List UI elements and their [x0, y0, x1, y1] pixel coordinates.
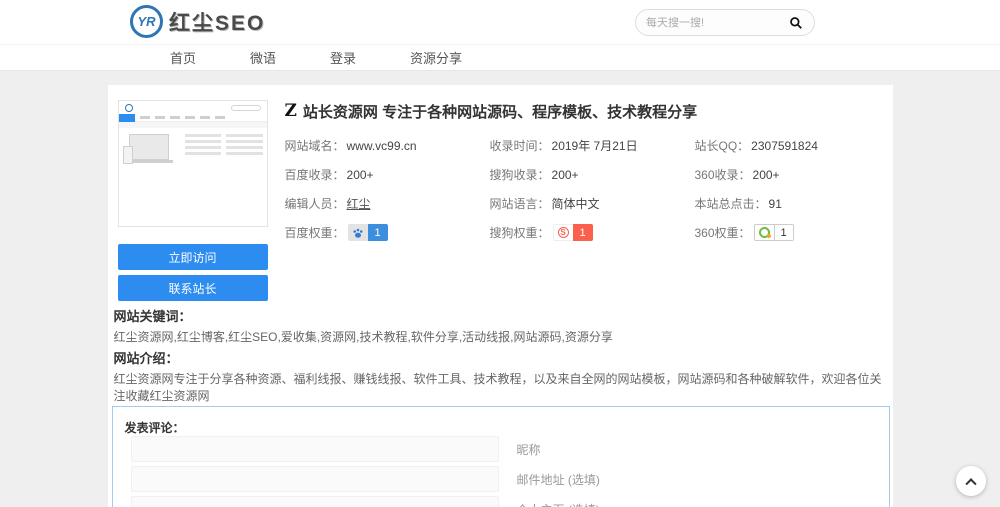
comment-nickname-row: 昵称 [131, 436, 541, 462]
info-language: 网站语言：简体中文 [490, 195, 695, 212]
info-domain: 网站域名：www.vc99.cn [285, 137, 490, 154]
thumbnail-article-list [185, 132, 263, 172]
site-thumbnail[interactable] [118, 100, 268, 227]
info-editor: 编辑人员：红尘 [285, 195, 490, 212]
domain-value: www.vc99.cn [347, 139, 417, 153]
email-label: 邮件地址 (选填) [517, 471, 600, 488]
logo-text: 红尘SEO [169, 7, 265, 37]
thumbnail-topbar [119, 101, 267, 114]
thumbnail-content [119, 128, 267, 176]
chevron-up-icon [965, 478, 976, 489]
editor-link[interactable]: 红尘 [347, 195, 371, 212]
logo-monogram-icon: YR [130, 5, 163, 38]
header: YR 红尘SEO [0, 0, 1000, 44]
keywords-text: 红尘资源网,红尘博客,红尘SEO,爱收集,资源网,技术教程,软件分享,活动线报,… [114, 328, 884, 345]
date-value: 2019年 7月21日 [552, 137, 638, 154]
info-360-rank: 360权重： 1 [695, 224, 885, 241]
email-input[interactable] [131, 466, 499, 492]
nickname-input[interactable] [131, 436, 499, 462]
main-nav: 首页 微语 登录 资源分享 [0, 44, 1000, 71]
homepage-label: 个人主页 (选填) [517, 501, 600, 507]
360-rank-badge: 1 [754, 224, 794, 241]
360-rank-value: 1 [774, 224, 794, 241]
intro-text: 红尘资源网专注于分享各种资源、福利线报、赚钱线报、软件工具、技术教程，以及来自全… [114, 370, 884, 404]
baidu-rank-badge: 1 [348, 224, 388, 241]
nav-item-resources[interactable]: 资源分享 [410, 48, 462, 67]
qq-value: 2307591824 [751, 139, 818, 153]
search-icon[interactable] [788, 15, 804, 31]
360-ring-icon [754, 224, 774, 241]
keywords-heading: 网站关键词： [114, 306, 192, 325]
search-input[interactable] [646, 17, 788, 29]
site-listing-card: Z 站长资源网 专注于各种网站源码、程序模板、技术教程分享 网站域名：www.v… [108, 85, 893, 507]
info-sogou-rank: 搜狗权重： S 1 [490, 224, 695, 241]
nav-item-weiyu[interactable]: 微语 [250, 48, 276, 67]
baidu-rank-value: 1 [368, 224, 388, 241]
info-sogou-included: 搜狗收录：200+ [490, 166, 695, 183]
visit-site-button[interactable]: 立即访问 [118, 244, 268, 270]
search-box[interactable] [635, 9, 815, 36]
comment-form: 发表评论： 昵称 邮件地址 (选填) 个人主页 (选填) [112, 406, 890, 507]
comment-form-heading: 发表评论： [125, 419, 185, 436]
sogou-rank-value: 1 [573, 224, 593, 241]
listing-title-row: Z 站长资源网 专注于各种网站源码、程序模板、技术教程分享 [285, 101, 698, 122]
info-baidu-rank: 百度权重： 1 [285, 224, 490, 241]
sogou-rank-badge: S 1 [553, 224, 593, 241]
site-info-grid: 网站域名：www.vc99.cn 收录时间：2019年 7月21日 站长QQ：2… [285, 131, 885, 247]
info-baidu-included: 百度收录：200+ [285, 166, 490, 183]
nickname-label: 昵称 [517, 441, 541, 458]
nav-item-home[interactable]: 首页 [170, 48, 196, 67]
site-favicon-icon: Z [285, 103, 297, 120]
page: YR 红尘SEO 首页 微语 登录 资源分享 [0, 0, 1000, 507]
comment-homepage-row: 个人主页 (选填) [131, 496, 600, 507]
sogou-s-icon: S [553, 224, 573, 241]
info-date: 收录时间：2019年 7月21日 [490, 137, 695, 154]
contact-webmaster-button[interactable]: 联系站长 [118, 275, 268, 301]
baidu-paw-icon [348, 224, 368, 241]
thumbnail-devices-graphic [123, 132, 181, 172]
info-clicks: 本站总点击：91 [695, 195, 885, 212]
nav-item-login[interactable]: 登录 [330, 48, 356, 67]
info-360-included: 360收录：200+ [695, 166, 885, 183]
homepage-input[interactable] [131, 496, 499, 507]
thumbnail-navbar [119, 114, 267, 122]
intro-heading: 网站介绍： [114, 348, 179, 367]
site-logo[interactable]: YR 红尘SEO [130, 5, 265, 38]
info-qq: 站长QQ：2307591824 [695, 137, 885, 154]
comment-email-row: 邮件地址 (选填) [131, 466, 600, 492]
scroll-to-top-button[interactable] [956, 466, 986, 496]
thumbnail-logo-icon [125, 104, 133, 112]
listing-title: 站长资源网 专注于各种网站源码、程序模板、技术教程分享 [303, 101, 697, 122]
thumbnail-search-bar [231, 105, 261, 111]
